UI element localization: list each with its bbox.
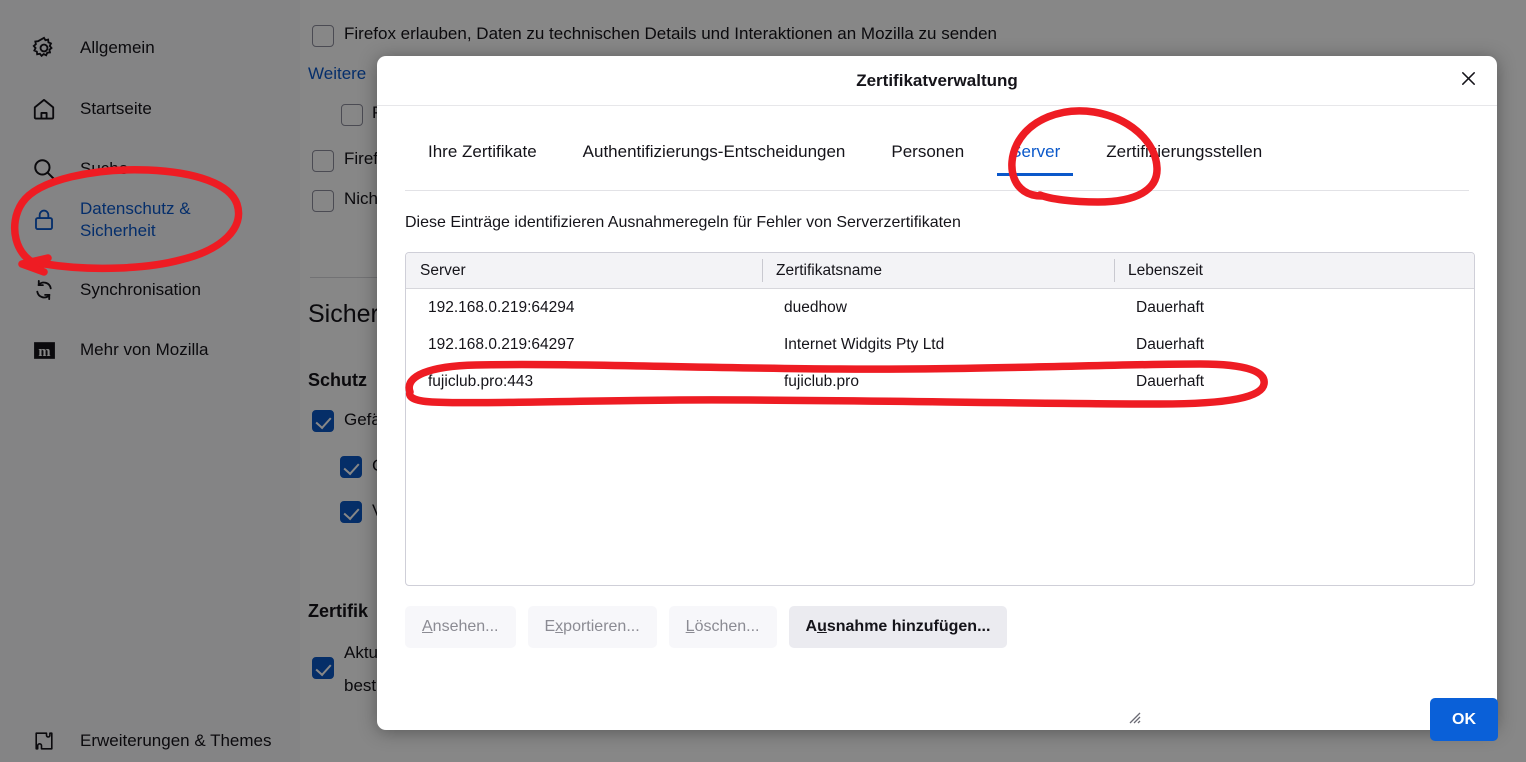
add-exception-prefix: A [805,618,818,635]
tab-personen[interactable]: Personen [868,134,987,175]
delete-button-label: öschen... [694,618,760,635]
delete-button[interactable]: Löschen... [668,606,777,648]
tab-ihre-zertifikate[interactable]: Ihre Zertifikate [405,134,560,175]
table-row[interactable]: fujiclub.pro:443 fujiclub.pro Dauerhaft [406,363,1474,400]
column-header-lebenszeit[interactable]: Lebenszeit [1114,253,1474,288]
resize-grip[interactable] [1124,707,1144,727]
add-exception-button[interactable]: Ausnahme hinzufügen... [788,606,1008,648]
column-header-zertifikatsname[interactable]: Zertifikatsname [762,253,1114,288]
dialog-titlebar: Zertifikatverwaltung [377,56,1497,106]
view-button[interactable]: Ansehen... [405,606,516,648]
table-row[interactable]: 192.168.0.219:64294 duedhow Dauerhaft [406,289,1474,326]
export-button[interactable]: Exportieren... [527,606,657,648]
table-header-row: Server Zertifikatsname Lebenszeit [406,253,1474,289]
certificate-table[interactable]: Server Zertifikatsname Lebenszeit 192.16… [405,252,1475,586]
add-exception-label: snahme hinzufügen... [826,618,991,635]
export-button-label: portieren... [563,618,640,635]
cell-certname: Internet Widgits Pty Ltd [784,335,945,353]
dialog-tabs: Ihre Zertifikate Authentifizierungs-Ents… [405,134,1469,191]
add-exception-accesskey: u [817,618,827,635]
cell-lifetime: Dauerhaft [1136,372,1205,390]
cell-lifetime: Dauerhaft [1136,298,1205,316]
table-row[interactable]: 192.168.0.219:64297 Internet Widgits Pty… [406,326,1474,363]
export-button-accesskey: x [555,618,564,635]
export-button-prefix: E [544,618,556,635]
cell-server: fujiclub.pro:443 [428,372,534,390]
ok-button[interactable]: OK [1430,698,1498,741]
cell-certname: fujiclub.pro [784,372,859,390]
view-button-label: nsehen... [432,618,499,635]
dialog-action-buttons: Ansehen... Exportieren... Löschen... Aus… [405,606,1008,648]
dialog-title: Zertifikatverwaltung [856,70,1018,90]
tab-server[interactable]: Server [987,134,1083,176]
cell-server: 192.168.0.219:64297 [428,335,575,353]
tab-authentifizierungs-entscheidungen[interactable]: Authentifizierungs-Entscheidungen [560,134,869,175]
server-description: Diese Einträge identifizieren Ausnahmere… [405,214,961,231]
column-header-server[interactable]: Server [406,253,762,288]
delete-button-accesskey: L [685,618,695,635]
close-icon [1459,69,1478,93]
cell-certname: duedhow [784,298,847,316]
tab-zertifizierungsstellen[interactable]: Zertifizierungsstellen [1083,134,1285,175]
view-button-accesskey: A [422,618,433,635]
cell-server: 192.168.0.219:64294 [428,298,575,316]
close-button[interactable] [1447,60,1489,102]
cell-lifetime: Dauerhaft [1136,335,1205,353]
